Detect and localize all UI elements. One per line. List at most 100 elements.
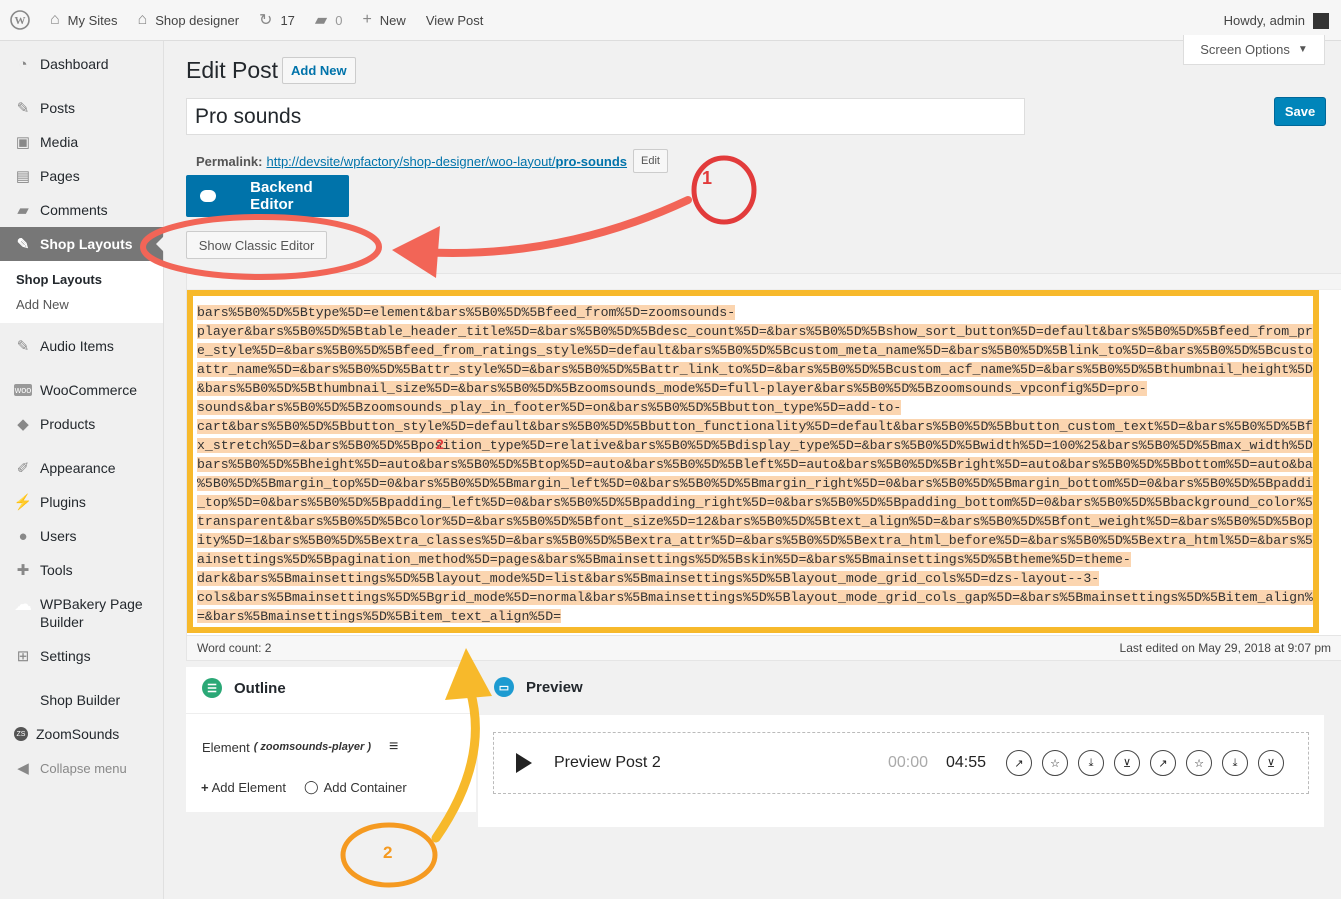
external-link-icon[interactable]: ↗ <box>1006 750 1032 776</box>
sidebar-item-dashboard[interactable]: ◔ Dashboard <box>0 47 163 81</box>
blank-icon <box>14 691 32 709</box>
updates-icon: ↻ <box>259 12 273 29</box>
preview-heading: ▭ Preview <box>494 677 583 697</box>
highlight-box-annotation <box>187 290 1319 633</box>
pin-icon: ✎ <box>16 100 30 117</box>
sidebar-item-shop-builder[interactable]: Shop Builder <box>0 683 163 717</box>
sidebar-item-pages[interactable]: ▤ Pages <box>0 159 163 193</box>
preview-panel: Preview Post 2 00:00 04:55 ↗ ☆ ⤓ ⊻ ↗ ☆ ⤓… <box>478 715 1324 827</box>
marker-2-label: 2 <box>383 843 393 862</box>
permalink-edit-button[interactable]: Edit <box>633 149 668 173</box>
sidebar-item-settings[interactable]: ⊞ Settings <box>0 639 163 673</box>
cart-icon[interactable]: ⊻ <box>1258 750 1284 776</box>
list-icon: ☰ <box>202 678 222 698</box>
sites-icon: ⌂ <box>50 11 60 28</box>
outline-element-item[interactable]: Element ( zoomsounds-player ) ≡ <box>202 738 422 756</box>
outline-actions: + Add Element ◯ Add Container <box>201 779 425 795</box>
sidebar-item-wpbakery[interactable]: ☁ WPBakery Page Builder <box>0 587 163 639</box>
avatar <box>1313 12 1329 29</box>
screen-options-button[interactable]: Screen Options ▼ <box>1183 35 1325 65</box>
submenu-shop-layouts[interactable]: Shop Layouts <box>0 267 163 292</box>
collapse-menu-button[interactable]: ◀ Collapse menu <box>0 751 163 785</box>
add-container-button[interactable]: ◯ Add Container <box>304 779 407 795</box>
sidebar-item-tools[interactable]: ✚ Tools <box>0 553 163 587</box>
drag-handle-icon[interactable]: ≡ <box>389 738 398 756</box>
track-title: Preview Post 2 <box>554 754 661 771</box>
word-count: Word count: 2 <box>197 641 272 655</box>
admin-sidebar: ◔ Dashboard ✎ Posts ▣ Media ▤ Pages ▰ Comment… <box>0 41 164 899</box>
caret-down-icon: ▼ <box>1297 44 1308 55</box>
time-total: 04:55 <box>946 754 987 771</box>
sidebar-item-comments[interactable]: ▰ Comments <box>0 193 163 227</box>
last-edited: Last edited on May 29, 2018 at 9:07 pm <box>1119 641 1331 655</box>
star-icon[interactable]: ☆ <box>1186 750 1212 776</box>
outline-list: Element ( zoomsounds-player ) ≡ <box>186 713 476 773</box>
sidebar-item-media[interactable]: ▣ Media <box>0 125 163 159</box>
woo-icon: woo <box>14 384 32 396</box>
monitor-icon: ▭ <box>494 677 514 697</box>
pages-icon: ▤ <box>15 168 31 185</box>
sidebar-item-woocommerce[interactable]: woo WooCommerce <box>0 373 163 407</box>
comments-link[interactable]: ▰ 0 <box>315 10 343 30</box>
cart-icon[interactable]: ⊻ <box>1114 750 1140 776</box>
my-sites-link[interactable]: ⌂ My Sites <box>50 11 118 29</box>
download-icon[interactable]: ⤓ <box>1078 750 1104 776</box>
editor-toolbar <box>187 274 1341 290</box>
new-content-link[interactable]: + New <box>362 11 405 29</box>
media-icon: ▣ <box>15 134 31 151</box>
circle-icon: ◯ <box>304 779 319 794</box>
cloud-icon <box>200 190 217 202</box>
view-post-link[interactable]: View Post <box>426 13 484 28</box>
zoomsounds-icon: ZS <box>14 727 28 741</box>
editor-status-bar: Word count: 2 Last edited on May 29, 201… <box>186 635 1341 661</box>
wordpress-logo-icon[interactable]: W <box>10 10 30 30</box>
collapse-arrow-icon: ◀ <box>17 760 29 777</box>
backend-editor-button[interactable]: Backend Editor <box>186 175 349 217</box>
comment-icon: ▰ <box>314 12 328 29</box>
permalink-link[interactable]: http://devsite/wpfactory/shop-designer/w… <box>266 154 627 169</box>
save-button[interactable]: Save <box>1274 97 1326 126</box>
sidebar-item-users[interactable]: ● Users <box>0 519 163 553</box>
sidebar-item-products[interactable]: ◆ Products <box>0 407 163 441</box>
home-icon: ⌂ <box>137 11 148 28</box>
sidebar-item-posts[interactable]: ✎ Posts <box>0 91 163 125</box>
download-icon[interactable]: ⤓ <box>1222 750 1248 776</box>
external-link-icon[interactable]: ↗ <box>1150 750 1176 776</box>
add-element-button[interactable]: + Add Element <box>201 779 286 795</box>
box-icon: ◆ <box>17 416 29 433</box>
sidebar-item-appearance[interactable]: ✐ Appearance <box>0 451 163 485</box>
submenu-add-new[interactable]: Add New <box>0 292 163 317</box>
shop-layouts-submenu: Shop Layouts Add New <box>0 261 163 323</box>
admin-bar: W ⌂ My Sites ⌂ Shop designer ↻ 17 ▰ 0 + New V… <box>0 0 1341 41</box>
permalink-row: Permalink: http://devsite/wpfactory/shop… <box>196 149 668 173</box>
main-content: Screen Options ▼ Edit Post Add New Pro so… <box>164 35 1341 899</box>
brush-icon: ✐ <box>16 460 30 477</box>
pin-icon: ✎ <box>16 236 30 253</box>
svg-text:W: W <box>15 15 26 27</box>
outline-panel: ☰ Outline Element ( zoomsounds-player ) … <box>186 667 476 812</box>
content-editor[interactable]: bars%5B0%5D%5Btype%5D=element&bars%5B0%5… <box>186 273 1341 661</box>
sidebar-item-plugins[interactable]: ⚡ Plugins <box>0 485 163 519</box>
site-name-link[interactable]: ⌂ Shop designer <box>138 11 240 29</box>
show-classic-editor-button[interactable]: Show Classic Editor <box>186 231 327 259</box>
cloud-icon: ☁ <box>14 593 32 614</box>
updates-link[interactable]: ↻ 17 <box>259 10 295 30</box>
sidebar-item-shop-layouts[interactable]: ✎ Shop Layouts <box>0 227 164 261</box>
comment-icon: ▰ <box>17 202 29 219</box>
marker-1-label: 1 <box>702 168 713 188</box>
play-icon[interactable] <box>516 753 532 773</box>
wrench-icon: ✚ <box>16 562 30 579</box>
user-icon: ● <box>18 527 28 545</box>
outline-heading: ☰ Outline <box>202 678 286 698</box>
plus-icon: + <box>362 11 372 28</box>
pin-icon: ✎ <box>16 338 30 355</box>
sidebar-item-zoomsounds[interactable]: ZS ZoomSounds <box>0 717 163 751</box>
settings-icon: ⊞ <box>16 648 30 665</box>
dashboard-icon: ◔ <box>18 55 28 73</box>
add-new-button[interactable]: Add New <box>282 57 356 84</box>
audio-player: Preview Post 2 00:00 04:55 ↗ ☆ ⤓ ⊻ ↗ ☆ ⤓… <box>493 732 1309 794</box>
sidebar-item-audio-items[interactable]: ✎ Audio Items <box>0 329 163 363</box>
post-title-input[interactable]: Pro sounds <box>186 98 1025 135</box>
star-icon[interactable]: ☆ <box>1042 750 1068 776</box>
plus-icon: + <box>201 779 209 795</box>
